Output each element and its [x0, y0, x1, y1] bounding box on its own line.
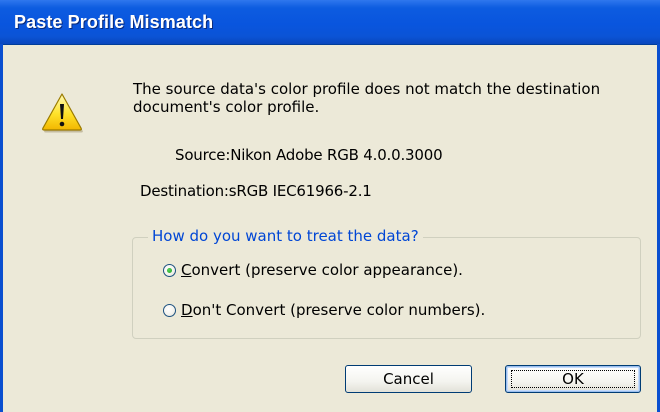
dont-convert-radio[interactable] — [163, 303, 176, 317]
convert-mnemonic: C — [181, 261, 192, 279]
source-label: Source: — [175, 146, 231, 164]
cancel-button[interactable]: Cancel — [345, 365, 472, 393]
destination-profile-value: sRGB IEC61966-2.1 — [228, 182, 372, 200]
dont-convert-label-text: on't Convert (preserve color numbers). — [192, 301, 486, 319]
convert-label-text: onvert (preserve color appearance). — [191, 261, 463, 279]
radio-selected-dot — [167, 267, 172, 273]
destination-profile-line: Destination:sRGB IEC61966-2.1 — [140, 182, 372, 200]
dialog-title: Paste Profile Mismatch — [14, 12, 214, 32]
treatment-groupbox — [132, 237, 641, 339]
dont-convert-radio-label[interactable]: Don't Convert (preserve color numbers). — [181, 301, 485, 319]
ok-button[interactable]: OK — [505, 365, 641, 393]
dialog-message: The source data's color profile does not… — [133, 80, 601, 116]
convert-radio-label[interactable]: Convert (preserve color appearance). — [181, 261, 463, 279]
warning-icon — [40, 92, 84, 134]
title-bar[interactable]: Paste Profile Mismatch — [0, 0, 660, 45]
source-profile-value: Nikon Adobe RGB 4.0.0.3000 — [230, 146, 443, 164]
groupbox-legend: How do you want to treat the data? — [148, 227, 423, 245]
convert-radio[interactable] — [163, 263, 176, 277]
window-frame-left — [0, 44, 3, 412]
source-profile-line: Source:Nikon Adobe RGB 4.0.0.3000 — [175, 146, 443, 164]
dont-convert-radio-option[interactable]: Don't Convert (preserve color numbers). — [163, 301, 485, 319]
destination-label: Destination: — [140, 182, 229, 200]
focus-rectangle — [511, 370, 635, 388]
dont-convert-mnemonic: D — [181, 301, 193, 319]
convert-radio-option[interactable]: Convert (preserve color appearance). — [163, 261, 463, 279]
